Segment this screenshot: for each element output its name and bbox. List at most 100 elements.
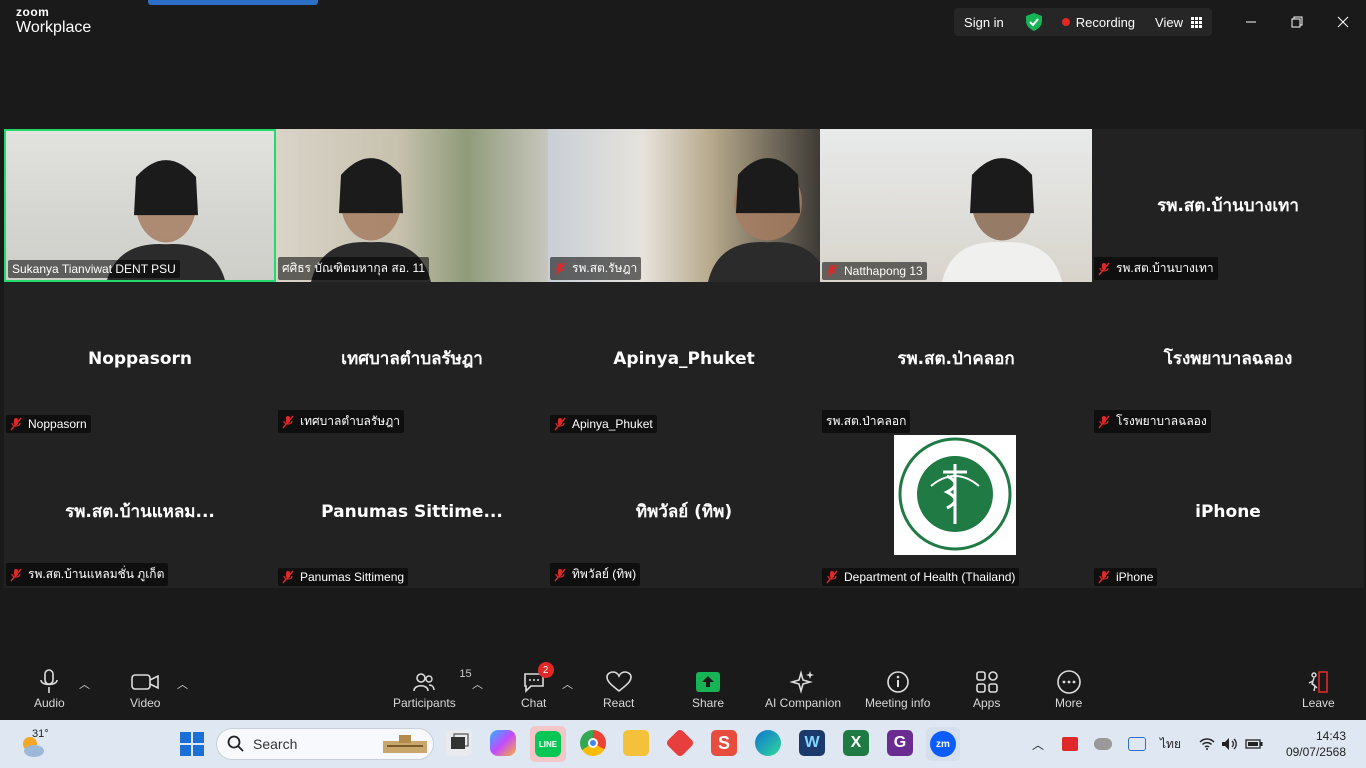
zoom-app[interactable]: zm: [926, 727, 960, 761]
heart-icon: [605, 671, 632, 693]
participants-button[interactable]: 15 Participants: [393, 668, 472, 710]
chat-button[interactable]: 2 Chat: [521, 662, 554, 710]
audio-button[interactable]: Audio: [34, 668, 65, 710]
video-options-chevron-icon[interactable]: ︿: [177, 676, 188, 692]
participant-name-tag: iPhone: [1094, 568, 1158, 586]
tray-overflow-chevron-icon[interactable]: ︿: [1032, 736, 1044, 753]
apps-button[interactable]: Apps: [973, 668, 1000, 710]
leave-button[interactable]: Leave: [1302, 668, 1335, 710]
weather-widget[interactable]: 31°: [18, 728, 58, 760]
participant-tile[interactable]: รพ.สต.รัษฎา: [548, 129, 820, 282]
wifi-icon[interactable]: [1199, 737, 1215, 751]
participant-name: Apinya_Phuket: [572, 417, 653, 431]
microphone-icon: [40, 669, 59, 693]
participant-tile[interactable]: Sukanya Tianviwat DENT PSU: [4, 129, 276, 282]
webex-app[interactable]: W: [799, 730, 825, 756]
participant-name-tag: Panumas Sittimeng: [278, 568, 409, 586]
video-button[interactable]: Video: [130, 668, 160, 710]
sparkle-icon: [790, 670, 815, 694]
camera-icon: [131, 674, 160, 690]
participant-tile[interactable]: Natthapong 13: [820, 129, 1092, 282]
task-view-button[interactable]: [446, 730, 472, 756]
participants-icon: [413, 673, 436, 692]
file-explorer-app[interactable]: [623, 730, 649, 756]
title-bar: zoom Workplace Sign in Recording View: [0, 0, 1366, 44]
muted-microphone-icon: [826, 570, 838, 584]
participant-name: รพ.สต.บ้านบางเทา: [1116, 261, 1214, 275]
onedrive-icon[interactable]: [1094, 738, 1113, 750]
participant-tile[interactable]: ทิพวัลย์ (ทิพ) ทิพวัลย์ (ทิพ): [548, 435, 820, 588]
share-button[interactable]: Share: [692, 668, 724, 710]
more-button[interactable]: More: [1055, 668, 1082, 710]
sign-in-label: Sign in: [964, 14, 1004, 30]
meeting-info-button[interactable]: Meeting info: [865, 668, 930, 710]
taskbar-search[interactable]: Search: [216, 728, 434, 760]
participant-tile[interactable]: รพ.สต.ป่าคลอก รพ.สต.ป่าคลอก: [820, 282, 1092, 435]
participant-tile[interactable]: ศศิธร บัณฑิตมหากุล สอ. 11: [276, 129, 548, 282]
apps-label: Apps: [973, 696, 1001, 710]
react-label: React: [603, 696, 635, 710]
edge-app[interactable]: [755, 730, 781, 756]
input-indicator-icon[interactable]: [1128, 737, 1147, 751]
language-indicator[interactable]: ไทย: [1160, 735, 1181, 754]
view-button[interactable]: View: [1145, 8, 1212, 36]
clock-date: 09/07/2568: [1285, 745, 1346, 759]
muted-microphone-icon: [1098, 570, 1110, 584]
participant-tile[interactable]: เทศบาลตำบลรัษฎา เทศบาลตำบลรัษฎา: [276, 282, 548, 435]
chat-unread-badge: 2: [537, 662, 554, 678]
restore-icon: [1291, 16, 1303, 28]
participant-tile[interactable]: Apinya_Phuket Apinya_Phuket: [548, 282, 820, 435]
anydesk-app[interactable]: [665, 728, 695, 758]
drag-handle[interactable]: [148, 0, 318, 5]
search-highlight-image-icon: [383, 735, 427, 753]
sign-in-button[interactable]: Sign in: [954, 8, 1016, 36]
webex-icon: W: [804, 734, 820, 751]
chat-options-chevron-icon[interactable]: ︿: [562, 676, 573, 692]
participant-tile[interactable]: iPhone iPhone: [1092, 435, 1364, 588]
apps-icon: [975, 671, 998, 693]
participant-name: ศศิธร บัณฑิตมหากุล สอ. 11: [282, 261, 426, 275]
battery-icon[interactable]: [1245, 738, 1263, 750]
share-label: Share: [692, 696, 725, 710]
react-button[interactable]: React: [603, 668, 634, 710]
minimize-button[interactable]: [1228, 0, 1274, 44]
meeting-toolbar: Audio ︿ Video ︿ 15 Participants ︿ 2 Chat…: [0, 662, 1366, 718]
encryption-shield[interactable]: [1015, 8, 1052, 36]
participant-tile[interactable]: รพ.สต.บ้านแหลม... รพ.สต.บ้านแหลมชั่น ภูเก…: [4, 435, 276, 588]
windows-logo-icon: [180, 732, 204, 756]
line-icon: LINE: [535, 731, 561, 757]
chrome-app[interactable]: [580, 730, 606, 756]
excel-app[interactable]: X: [843, 730, 869, 756]
start-button[interactable]: [180, 732, 204, 756]
participant-name-tag: ศศิธร บัณฑิตมหากุล สอ. 11: [278, 257, 430, 280]
close-button[interactable]: [1320, 0, 1366, 44]
participant-name-tag: Sukanya Tianviwat DENT PSU: [8, 260, 180, 278]
participant-name-tag: Department of Health (Thailand): [822, 568, 1020, 586]
participant-tile[interactable]: Noppasorn Noppasorn: [4, 282, 276, 435]
anydesk-tray-icon[interactable]: [1062, 737, 1079, 751]
participants-options-chevron-icon[interactable]: ︿: [472, 676, 483, 692]
line-app[interactable]: LINE: [530, 726, 566, 762]
participant-name: รพ.สต.รัษฎา: [572, 261, 638, 275]
muted-microphone-icon: [826, 264, 838, 278]
participant-tile[interactable]: Department of Health (Thailand): [820, 435, 1092, 588]
participant-display-name: iPhone: [1195, 501, 1261, 522]
clock[interactable]: 14:43 09/07/2568: [1286, 728, 1346, 760]
volume-icon[interactable]: [1221, 737, 1239, 751]
ministry-logo: [894, 435, 1016, 555]
pdf-app[interactable]: G: [887, 730, 913, 756]
participant-tile[interactable]: โรงพยาบาลฉลอง โรงพยาบาลฉลอง: [1092, 282, 1364, 435]
recording-indicator[interactable]: Recording: [1051, 8, 1146, 36]
participant-tile[interactable]: รพ.สต.บ้านบางเทา รพ.สต.บ้านบางเทา: [1092, 129, 1364, 282]
participant-name-tag: Apinya_Phuket: [550, 415, 657, 433]
muted-microphone-icon: [554, 417, 566, 431]
audio-options-chevron-icon[interactable]: ︿: [79, 676, 90, 692]
recording-label: Recording: [1075, 14, 1136, 30]
restore-button[interactable]: [1274, 0, 1320, 44]
participant-tile[interactable]: Panumas Sittime... Panumas Sittimeng: [276, 435, 548, 588]
copilot-app[interactable]: [490, 730, 516, 756]
participant-name-tag: โรงพยาบาลฉลอง: [1094, 410, 1211, 433]
wps-app[interactable]: S: [711, 730, 737, 756]
ai-companion-button[interactable]: AI Companion: [765, 668, 841, 710]
participant-name: iPhone: [1116, 570, 1154, 584]
